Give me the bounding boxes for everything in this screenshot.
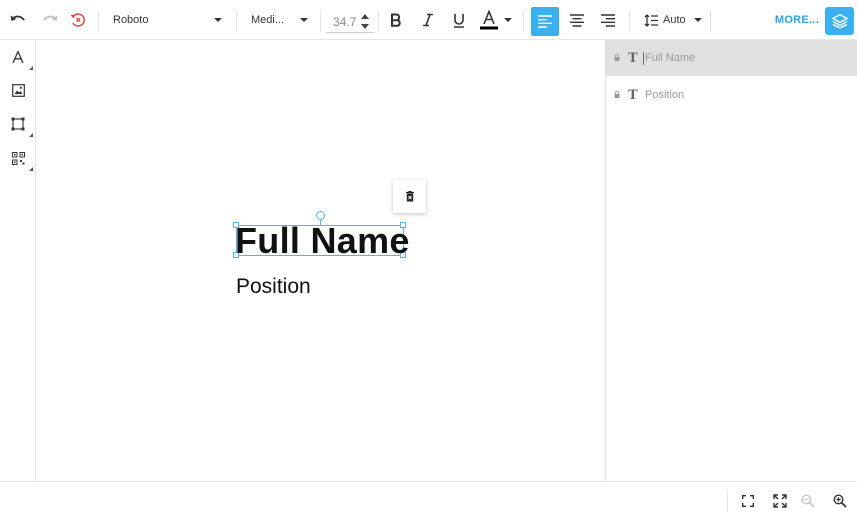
font-family-select[interactable]: Roboto <box>106 0 228 40</box>
image-tool-icon <box>11 83 25 97</box>
font-family-value: Roboto <box>113 14 149 26</box>
text-layer-icon: T <box>628 88 638 103</box>
layer-name: Full Name <box>645 52 696 64</box>
zoom-in-button[interactable] <box>829 490 851 512</box>
layer-name: Position <box>645 89 685 101</box>
layers-toggle-button[interactable] <box>825 7 854 35</box>
fit-to-screen-button[interactable] <box>737 490 759 512</box>
toolbar-separator <box>629 10 630 32</box>
layers-panel: T Full Name T Position <box>605 40 857 481</box>
bold-icon <box>391 13 401 27</box>
line-height-value: Auto <box>663 14 686 26</box>
caret-down-icon <box>361 23 369 29</box>
line-height-icon <box>644 13 658 27</box>
text-layer-icon: T <box>628 51 638 66</box>
layer-item-full-name[interactable]: T Full Name <box>606 40 857 76</box>
reset-button[interactable] <box>66 0 90 40</box>
italic-button[interactable] <box>416 0 440 40</box>
chevron-down-icon <box>693 18 702 22</box>
underline-icon <box>454 13 464 28</box>
italic-icon <box>423 13 433 27</box>
lock-icon <box>614 91 620 98</box>
fullscreen-button[interactable] <box>769 490 791 512</box>
trash-icon <box>405 191 414 202</box>
chevron-down-icon <box>214 18 222 22</box>
more-label: MORE... <box>774 14 820 26</box>
chevron-down-icon <box>300 18 308 22</box>
text-tool-icon <box>12 51 24 63</box>
align-left-button[interactable] <box>531 7 559 36</box>
shape-tool-button[interactable] <box>0 109 36 139</box>
align-center-icon <box>570 13 584 27</box>
toolbar-separator <box>320 10 321 32</box>
rotate-handle[interactable] <box>316 211 325 220</box>
redo-button[interactable] <box>38 0 62 40</box>
submenu-corner-icon <box>29 66 33 70</box>
toolbar-separator <box>98 10 99 32</box>
font-size-decrease[interactable] <box>360 21 370 31</box>
fit-screen-icon <box>742 495 754 507</box>
top-toolbar: Roboto Medi... 34.7 Auto MORE... <box>0 0 857 40</box>
bold-button[interactable] <box>384 0 408 40</box>
position-text[interactable]: Position <box>236 274 311 300</box>
delete-element-button[interactable] <box>393 180 426 213</box>
left-tool-strip <box>0 40 36 481</box>
shape-tool-icon <box>11 117 25 131</box>
align-right-button[interactable] <box>596 0 620 40</box>
underline-button[interactable] <box>447 0 471 40</box>
bottom-bar <box>0 481 857 520</box>
toolbar-separator <box>236 10 237 32</box>
qr-code-tool-button[interactable] <box>0 143 36 173</box>
text-color-button[interactable] <box>478 0 514 40</box>
align-right-icon <box>601 13 615 27</box>
font-weight-value: Medi... <box>251 14 285 26</box>
more-button[interactable]: MORE... <box>774 0 820 40</box>
full-name-text[interactable]: Full Name <box>235 221 410 261</box>
reset-icon <box>70 13 85 27</box>
text-cursor <box>643 52 644 65</box>
toolbar-separator <box>378 10 379 32</box>
layers-icon <box>831 13 848 29</box>
layer-item-position[interactable]: T Position <box>606 77 857 113</box>
font-size-input[interactable]: 34.7 <box>326 9 374 33</box>
undo-icon <box>10 15 25 21</box>
image-tool-button[interactable] <box>0 75 36 105</box>
font-weight-select[interactable]: Medi... <box>244 0 314 40</box>
undo-button[interactable] <box>6 0 30 40</box>
font-size-value: 34.7 <box>333 15 357 29</box>
design-editor: Roboto Medi... 34.7 Auto MORE... Full Na… <box>0 0 857 520</box>
submenu-corner-icon <box>29 167 33 171</box>
lock-icon <box>614 54 620 61</box>
submenu-corner-icon <box>29 133 33 137</box>
text-tool-button[interactable] <box>0 42 36 72</box>
caret-up-icon <box>361 13 369 19</box>
qr-code-icon <box>11 151 25 165</box>
bottom-separator <box>727 490 728 512</box>
fullscreen-icon <box>773 494 787 508</box>
chevron-down-icon <box>504 18 512 22</box>
text-color-icon <box>480 10 498 30</box>
zoom-out-button[interactable] <box>797 490 819 512</box>
zoom-in-icon <box>833 494 847 508</box>
align-left-icon <box>538 15 552 28</box>
design-canvas[interactable]: Full Name Position <box>37 40 605 481</box>
toolbar-separator <box>523 10 524 32</box>
zoom-out-icon <box>801 494 815 508</box>
font-size-increase[interactable] <box>360 11 370 21</box>
line-height-select[interactable]: Auto <box>638 0 702 40</box>
toolbar-separator <box>710 10 711 32</box>
align-center-button[interactable] <box>565 0 589 40</box>
redo-icon <box>43 15 58 21</box>
